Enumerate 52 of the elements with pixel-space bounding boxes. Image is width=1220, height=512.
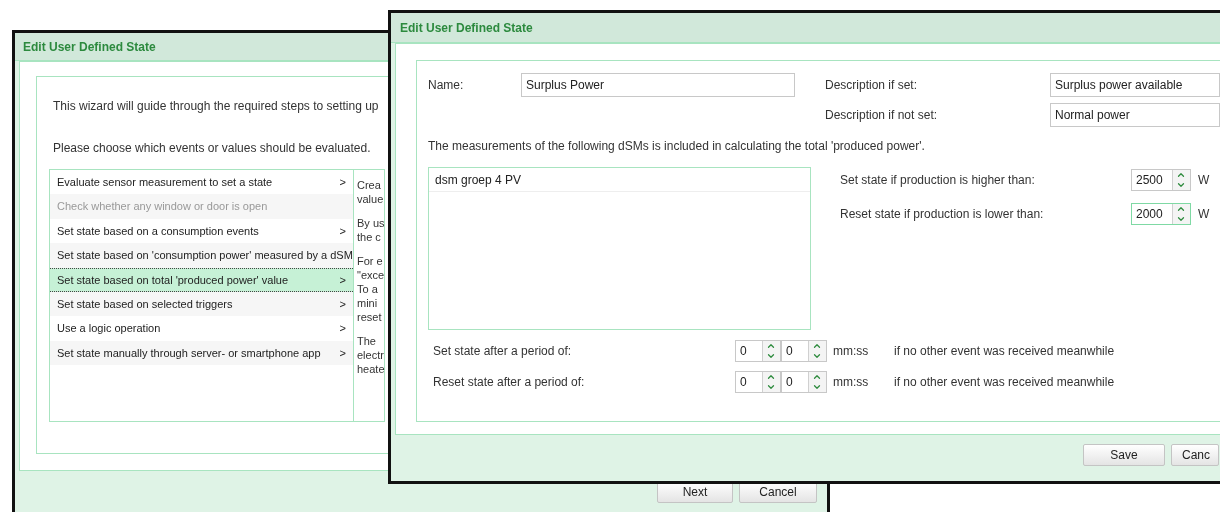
arrow-glyph: > (339, 296, 346, 312)
unit-label: W (1198, 206, 1210, 223)
description-text: reset (357, 310, 383, 324)
description-text: mini (357, 296, 379, 310)
number-spinner[interactable]: 0 (781, 371, 827, 393)
description-text: For e (357, 254, 384, 268)
description-text: electr (357, 348, 385, 362)
dsm-list-item[interactable]: dsm groep 4 PV (429, 168, 810, 192)
period-note: if no other event was received meanwhile (894, 343, 1115, 360)
arrow-glyph: > (339, 345, 346, 361)
number-spinner[interactable]: 0 (735, 340, 781, 362)
wizard-prompt-text: Please choose which events or values should be evaluated. (53, 140, 371, 157)
name-input[interactable]: Surplus Power (521, 73, 795, 97)
measurement-note: The measurements of the following dSMs is included in calculating the total 'produced power'. (428, 138, 926, 155)
number-spinner[interactable]: 0 (735, 371, 781, 393)
field-label: Name: (428, 77, 465, 94)
threshold-label: Set state if production is higher than: (840, 172, 1036, 189)
dialog-title: Edit User Defined State (23, 38, 156, 56)
option-item[interactable]: Set state manually through server- or smartphone app > (50, 340, 353, 366)
description-text: value (357, 192, 385, 206)
arrow-glyph: > (339, 174, 346, 190)
description-text: "exce (357, 268, 385, 282)
description-text: The (357, 334, 377, 348)
number-spinner[interactable]: 0 (781, 340, 827, 362)
option-item[interactable]: Set state based on 'consumption power' measured by a dSM (50, 243, 353, 268)
number-spinner[interactable]: 2500 (1131, 169, 1191, 191)
threshold-label: Reset state if production is lower than: (840, 206, 1045, 223)
description-text: heate (357, 362, 385, 376)
unit-label: mm:ss (833, 343, 870, 360)
unit-label: W (1198, 172, 1210, 189)
text-input[interactable]: Surplus power available (1050, 73, 1220, 97)
dialog-button[interactable]: Canc (1171, 444, 1219, 466)
dialog-title: Edit User Defined State (400, 19, 533, 37)
option-item[interactable]: Set state based on total 'produced power' value > (50, 267, 353, 292)
period-note: if no other event was received meanwhile (894, 374, 1115, 391)
text-input[interactable]: Normal power (1050, 103, 1220, 127)
description-text: To a (357, 282, 379, 296)
arrow-glyph: > (339, 321, 346, 337)
wizard-intro-text: This wizard will guide through the required steps to setting up (53, 98, 379, 115)
arrow-glyph: > (339, 223, 346, 239)
field-label: Description if not set: (825, 107, 939, 124)
description-text: Crea (357, 178, 382, 192)
field-label: Description if set: (825, 77, 919, 94)
arrow-glyph: > (339, 272, 346, 288)
number-spinner[interactable]: 2000 (1131, 203, 1191, 225)
option-item[interactable]: Set state based on selected triggers > (50, 291, 353, 317)
description-text: By us (357, 216, 385, 230)
period-label: Reset state after a period of: (433, 374, 586, 391)
period-label: Set state after a period of: (433, 343, 573, 360)
dialog-button[interactable]: Save (1083, 444, 1165, 466)
description-text: the c (357, 230, 382, 244)
unit-label: mm:ss (833, 374, 870, 391)
